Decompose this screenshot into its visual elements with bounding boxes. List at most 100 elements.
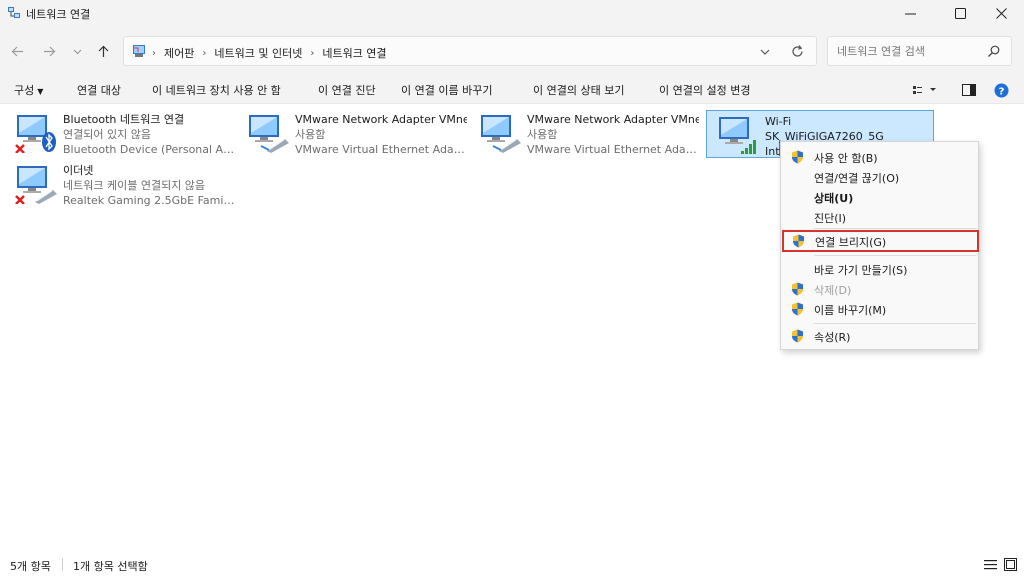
help-icon: ? xyxy=(994,83,1009,97)
preview-pane-button[interactable] xyxy=(962,82,976,98)
breadcrumb-separator-icon: › xyxy=(310,47,315,59)
connection-item-bluetooth[interactable]: Bluetooth 네트워크 연결 연결되어 있지 않음 Bluetooth D… xyxy=(5,109,235,157)
disable-device-button[interactable]: 이 네트워크 장치 사용 안 함 xyxy=(152,82,281,98)
view-options-icon xyxy=(913,86,936,94)
menu-item-properties[interactable]: 속성(R) xyxy=(781,326,980,346)
breadcrumb-network-internet[interactable]: 네트워크 및 인터넷 xyxy=(214,45,302,61)
breadcrumb-control-panel[interactable]: 제어판 xyxy=(164,45,194,61)
minimize-button[interactable] xyxy=(887,0,933,26)
title-bar: 네트워크 연결 xyxy=(0,0,1024,26)
svg-text:?: ? xyxy=(999,86,1005,97)
address-dropdown-icon[interactable] xyxy=(758,45,772,59)
connection-name: Wi-Fi xyxy=(765,115,792,128)
uac-shield-icon xyxy=(792,282,803,296)
connection-name: VMware Network Adapter VMnet1 xyxy=(295,113,467,126)
details-view-icon[interactable] xyxy=(984,559,997,570)
connect-to-button[interactable]: 연결 대상 xyxy=(77,82,121,98)
status-separator xyxy=(62,558,63,571)
selected-count: 1개 항목 선택함 xyxy=(73,560,148,573)
preview-pane-icon xyxy=(962,84,976,96)
maximize-button[interactable] xyxy=(937,0,983,26)
connection-name: 이더넷 xyxy=(63,164,94,177)
uac-shield-icon xyxy=(792,329,803,343)
menu-item-create-shortcut[interactable]: 바로 가기 만들기(S) xyxy=(781,259,980,279)
rename-button[interactable]: 이 연결 이름 바꾸기 xyxy=(401,82,492,98)
menu-item-status[interactable]: 상태(U) xyxy=(781,187,980,207)
context-menu: 사용 안 함(B) 연결/연결 끊기(O) 상태(U) 진단(I) 연결 브리지… xyxy=(780,141,979,350)
window-title: 네트워크 연결 xyxy=(26,8,91,21)
change-view-button[interactable] xyxy=(912,82,938,98)
address-bar[interactable]: › 제어판 › 네트워크 및 인터넷 › 네트워크 연결 xyxy=(123,36,817,66)
item-count: 5개 항목 xyxy=(10,560,51,573)
search-icon[interactable] xyxy=(987,44,1001,58)
uac-shield-icon xyxy=(793,234,804,248)
close-button[interactable] xyxy=(978,0,1024,26)
menu-item-connect-disconnect[interactable]: 연결/연결 끊기(O) xyxy=(781,167,980,187)
menu-item-label: 사용 안 함(B) xyxy=(814,152,878,165)
organize-menu[interactable]: 구성 ▼ xyxy=(14,82,43,98)
ethernet-adapter-icon xyxy=(249,115,289,153)
forward-button[interactable] xyxy=(39,41,59,61)
breadcrumb: › 제어판 › 네트워크 및 인터넷 › 네트워크 연결 xyxy=(152,45,387,61)
ethernet-adapter-icon xyxy=(15,166,57,204)
connection-item-vmnet1[interactable]: VMware Network Adapter VMnet1 사용함 VMware… xyxy=(237,109,467,157)
ethernet-adapter-icon xyxy=(481,115,521,153)
minimize-icon xyxy=(904,13,916,14)
arrow-up-icon xyxy=(98,45,108,57)
change-settings-button[interactable]: 이 연결의 설정 변경 xyxy=(659,82,750,98)
connection-item-vmnet8[interactable]: VMware Network Adapter VMnet8 사용함 VMware… xyxy=(469,109,699,157)
menu-item-rename[interactable]: 이름 바꾸기(M) xyxy=(781,299,980,319)
uac-shield-icon xyxy=(792,302,803,316)
connection-device: Bluetooth Device (Personal Area ... xyxy=(63,143,235,156)
large-icons-view-icon[interactable] xyxy=(1004,558,1017,571)
diagnose-button[interactable]: 이 연결 진단 xyxy=(318,82,376,98)
menu-separator xyxy=(814,228,976,229)
connection-status: 사용함 xyxy=(527,128,558,141)
recent-locations-button[interactable] xyxy=(67,41,87,61)
menu-item-label: 바로 가기 만들기(S) xyxy=(814,264,908,277)
navigation-bar: › 제어판 › 네트워크 및 인터넷 › 네트워크 연결 xyxy=(0,26,1024,76)
menu-item-label: 연결/연결 끊기(O) xyxy=(814,172,900,185)
connection-device: Realtek Gaming 2.5GbE Family C... xyxy=(63,194,235,207)
menu-item-label: 진단(I) xyxy=(814,212,847,225)
connection-device: VMware Virtual Ethernet Adapter... xyxy=(295,143,467,156)
help-button[interactable]: ? xyxy=(994,82,1009,98)
menu-item-delete: 삭제(D) xyxy=(781,279,980,299)
up-button[interactable] xyxy=(93,41,113,61)
chevron-down-icon xyxy=(73,49,81,54)
arrow-left-icon xyxy=(11,46,23,56)
breadcrumb-separator-icon: › xyxy=(202,47,207,59)
menu-separator xyxy=(814,323,976,324)
menu-item-bridge-connections[interactable]: 연결 브리지(G) xyxy=(782,230,979,252)
connection-item-ethernet[interactable]: 이더넷 네트워크 케이블 연결되지 않음 Realtek Gaming 2.5G… xyxy=(5,160,235,208)
breadcrumb-network-connections[interactable]: 네트워크 연결 xyxy=(322,45,386,61)
menu-item-diagnose[interactable]: 진단(I) xyxy=(781,207,980,227)
menu-separator xyxy=(814,255,976,256)
menu-item-label: 속성(R) xyxy=(814,331,851,344)
status-bar: 5개 항목 1개 항목 선택함 xyxy=(0,552,1024,576)
view-status-button[interactable]: 이 연결의 상태 보기 xyxy=(533,82,624,98)
connection-name: Bluetooth 네트워크 연결 xyxy=(63,113,185,126)
organize-label: 구성 xyxy=(14,84,35,97)
search-input[interactable] xyxy=(837,43,982,59)
control-panel-icon xyxy=(133,45,145,57)
uac-shield-icon xyxy=(792,150,803,164)
refresh-icon[interactable] xyxy=(790,44,805,59)
menu-item-label: 이름 바꾸기(M) xyxy=(814,304,887,317)
maximize-icon xyxy=(954,7,966,19)
caret-down-icon: ▼ xyxy=(37,87,44,96)
connection-status: 연결되어 있지 않음 xyxy=(63,128,151,141)
menu-item-label: 연결 브리지(G) xyxy=(815,236,887,249)
menu-item-label: 상태(U) xyxy=(814,192,854,205)
arrow-right-icon xyxy=(43,46,55,56)
connection-status: 사용함 xyxy=(295,128,326,141)
connection-name: VMware Network Adapter VMnet8 xyxy=(527,113,699,126)
network-connections-icon xyxy=(8,7,20,18)
connection-device: VMware Virtual Ethernet Adapter... xyxy=(527,143,699,156)
search-box[interactable] xyxy=(827,36,1012,66)
command-bar: 구성 ▼ 연결 대상 이 네트워크 장치 사용 안 함 이 연결 진단 이 연결 … xyxy=(0,76,1024,104)
menu-item-disable[interactable]: 사용 안 함(B) xyxy=(781,147,980,167)
close-icon xyxy=(995,7,1007,19)
connection-status: 네트워크 케이블 연결되지 않음 xyxy=(63,179,206,192)
back-button[interactable] xyxy=(7,41,27,61)
